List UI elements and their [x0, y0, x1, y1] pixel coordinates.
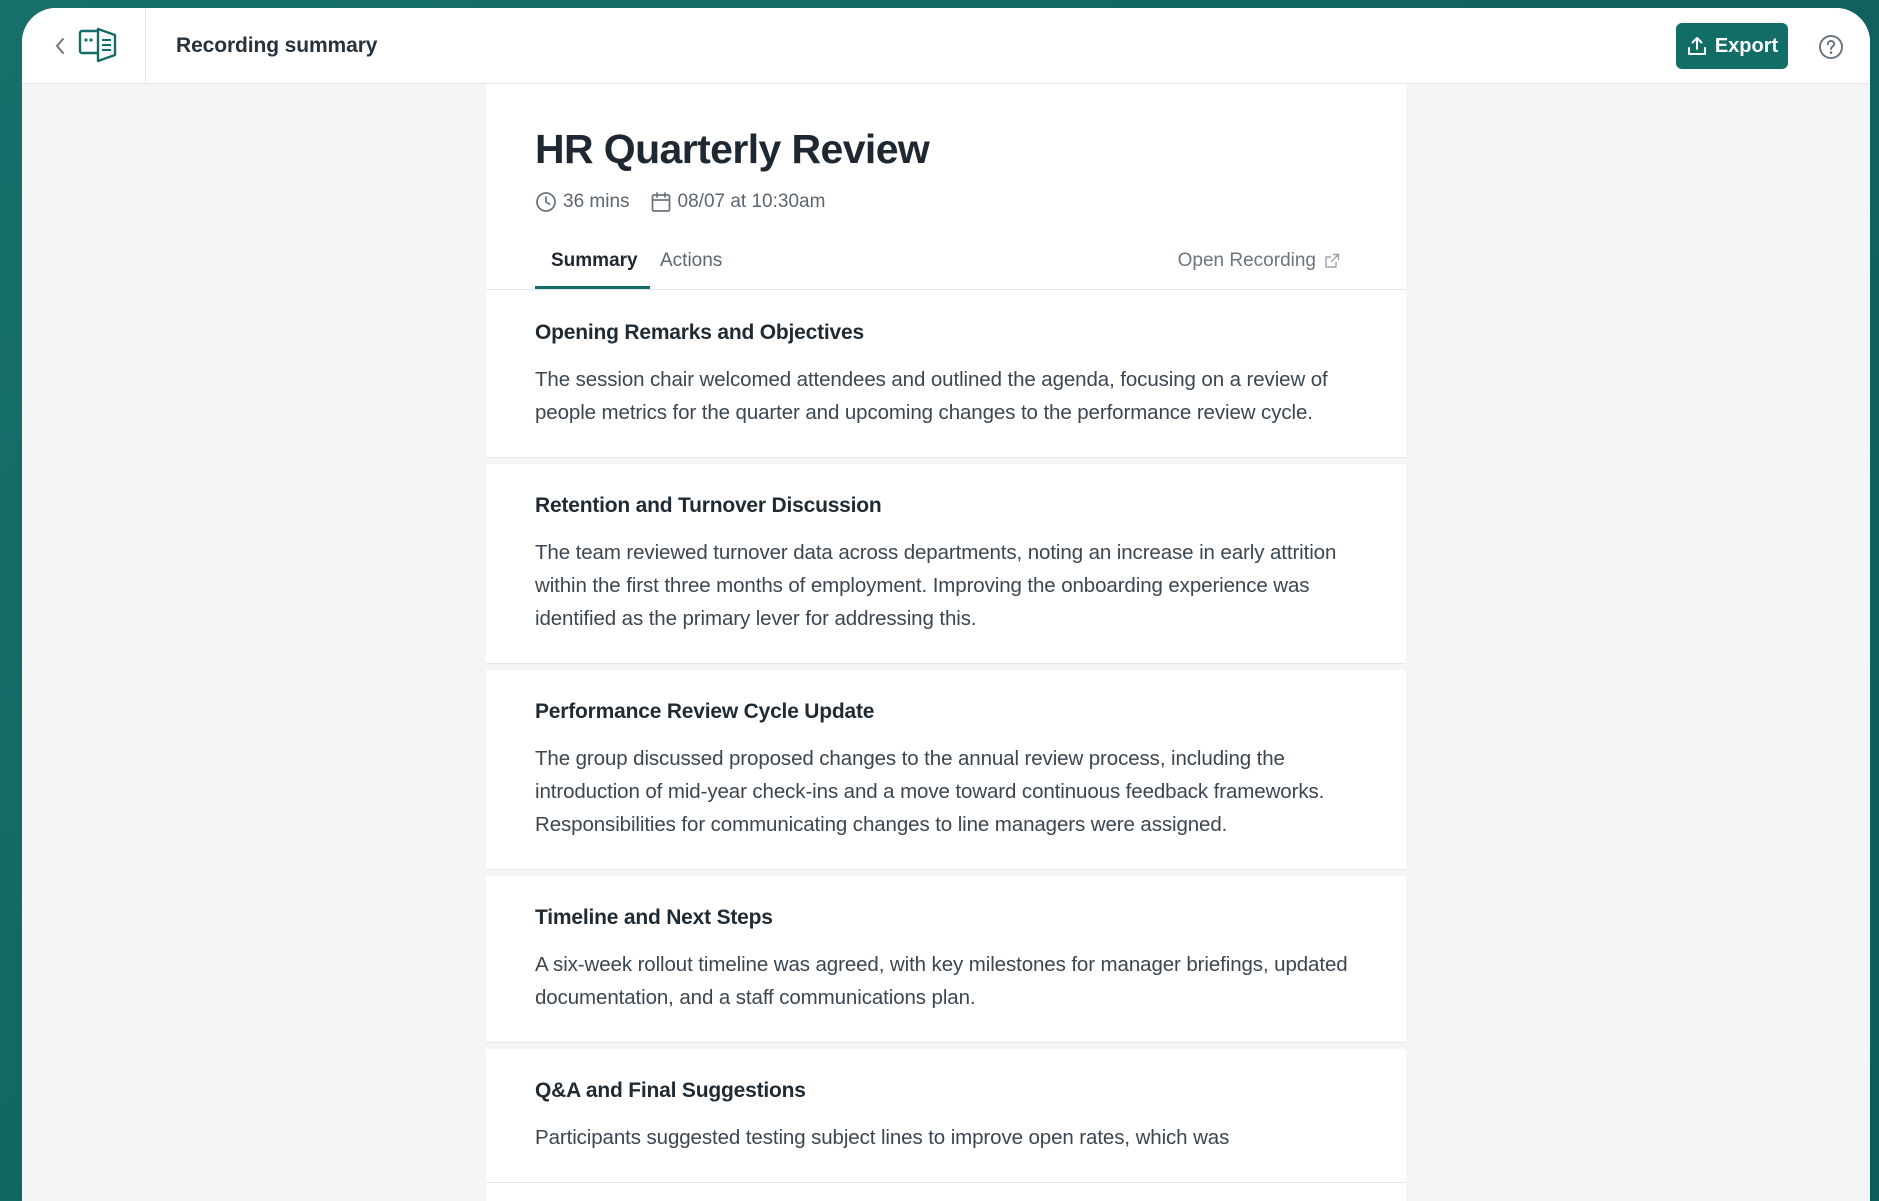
calendar-icon: [651, 192, 670, 212]
section-heading: Opening Remarks and Objectives: [535, 321, 864, 344]
meeting-title: HR Quarterly Review: [535, 126, 930, 172]
page-title: Recording summary: [176, 34, 378, 57]
clock-icon: [536, 192, 556, 212]
section-heading: Performance Review Cycle Update: [535, 700, 875, 723]
section-body: The team reviewed turnover data across d…: [535, 541, 1337, 630]
section-heading: Retention and Turnover Discussion: [535, 494, 882, 517]
summary-section: Performance Review Cycle Update The grou…: [486, 664, 1406, 870]
date-meta: 08/07 at 10:30am: [650, 191, 826, 213]
open-recording-label: Open Recording: [1177, 250, 1316, 271]
section-body: The group discussed proposed changes to …: [535, 747, 1325, 836]
tab-summary[interactable]: Summary: [551, 250, 638, 272]
summary-section: Q&A and Final Suggestions Participants s…: [486, 1043, 1406, 1183]
open-recording-link[interactable]: Open Recording: [1178, 250, 1340, 272]
export-button[interactable]: Export: [1676, 23, 1788, 69]
tab-bar: Summary Actions Open Recording: [486, 240, 1406, 290]
active-tab-indicator: [535, 286, 650, 289]
summary-section: Opening Remarks and Objectives The sessi…: [486, 291, 1406, 458]
date-text: 08/07 at 10:30am: [677, 191, 826, 212]
summary-document: HR Quarterly Review 36 mins 08/07 at 10:…: [486, 84, 1406, 1201]
app-window: Recording summary Export HR Quarterly Re…: [22, 8, 1870, 1201]
top-bar: Recording summary Export: [22, 8, 1870, 84]
help-circle-icon[interactable]: [1818, 34, 1844, 60]
section-body: A six-week rollout timeline was agreed, …: [535, 953, 1348, 1009]
app-logo-icon: [78, 27, 117, 63]
section-heading: Timeline and Next Steps: [535, 906, 773, 929]
summary-sections: Opening Remarks and Objectives The sessi…: [486, 291, 1406, 1183]
export-label: Export: [1714, 34, 1779, 57]
back-area: [22, 8, 146, 84]
section-body: Participants suggested testing subject l…: [535, 1126, 1230, 1149]
external-link-icon: [1325, 253, 1340, 268]
summary-section: Timeline and Next Steps A six-week rollo…: [486, 870, 1406, 1043]
summary-section: Retention and Turnover Discussion The te…: [486, 458, 1406, 664]
chevron-left-icon[interactable]: [53, 36, 67, 56]
duration-meta: 36 mins: [535, 191, 630, 213]
meeting-meta: 36 mins 08/07 at 10:30am: [535, 188, 845, 216]
section-body: The session chair welcomed attendees and…: [535, 368, 1328, 424]
section-heading: Q&A and Final Suggestions: [535, 1079, 806, 1102]
tab-actions[interactable]: Actions: [660, 250, 722, 272]
upload-icon: [1687, 37, 1706, 55]
duration-text: 36 mins: [563, 191, 630, 212]
